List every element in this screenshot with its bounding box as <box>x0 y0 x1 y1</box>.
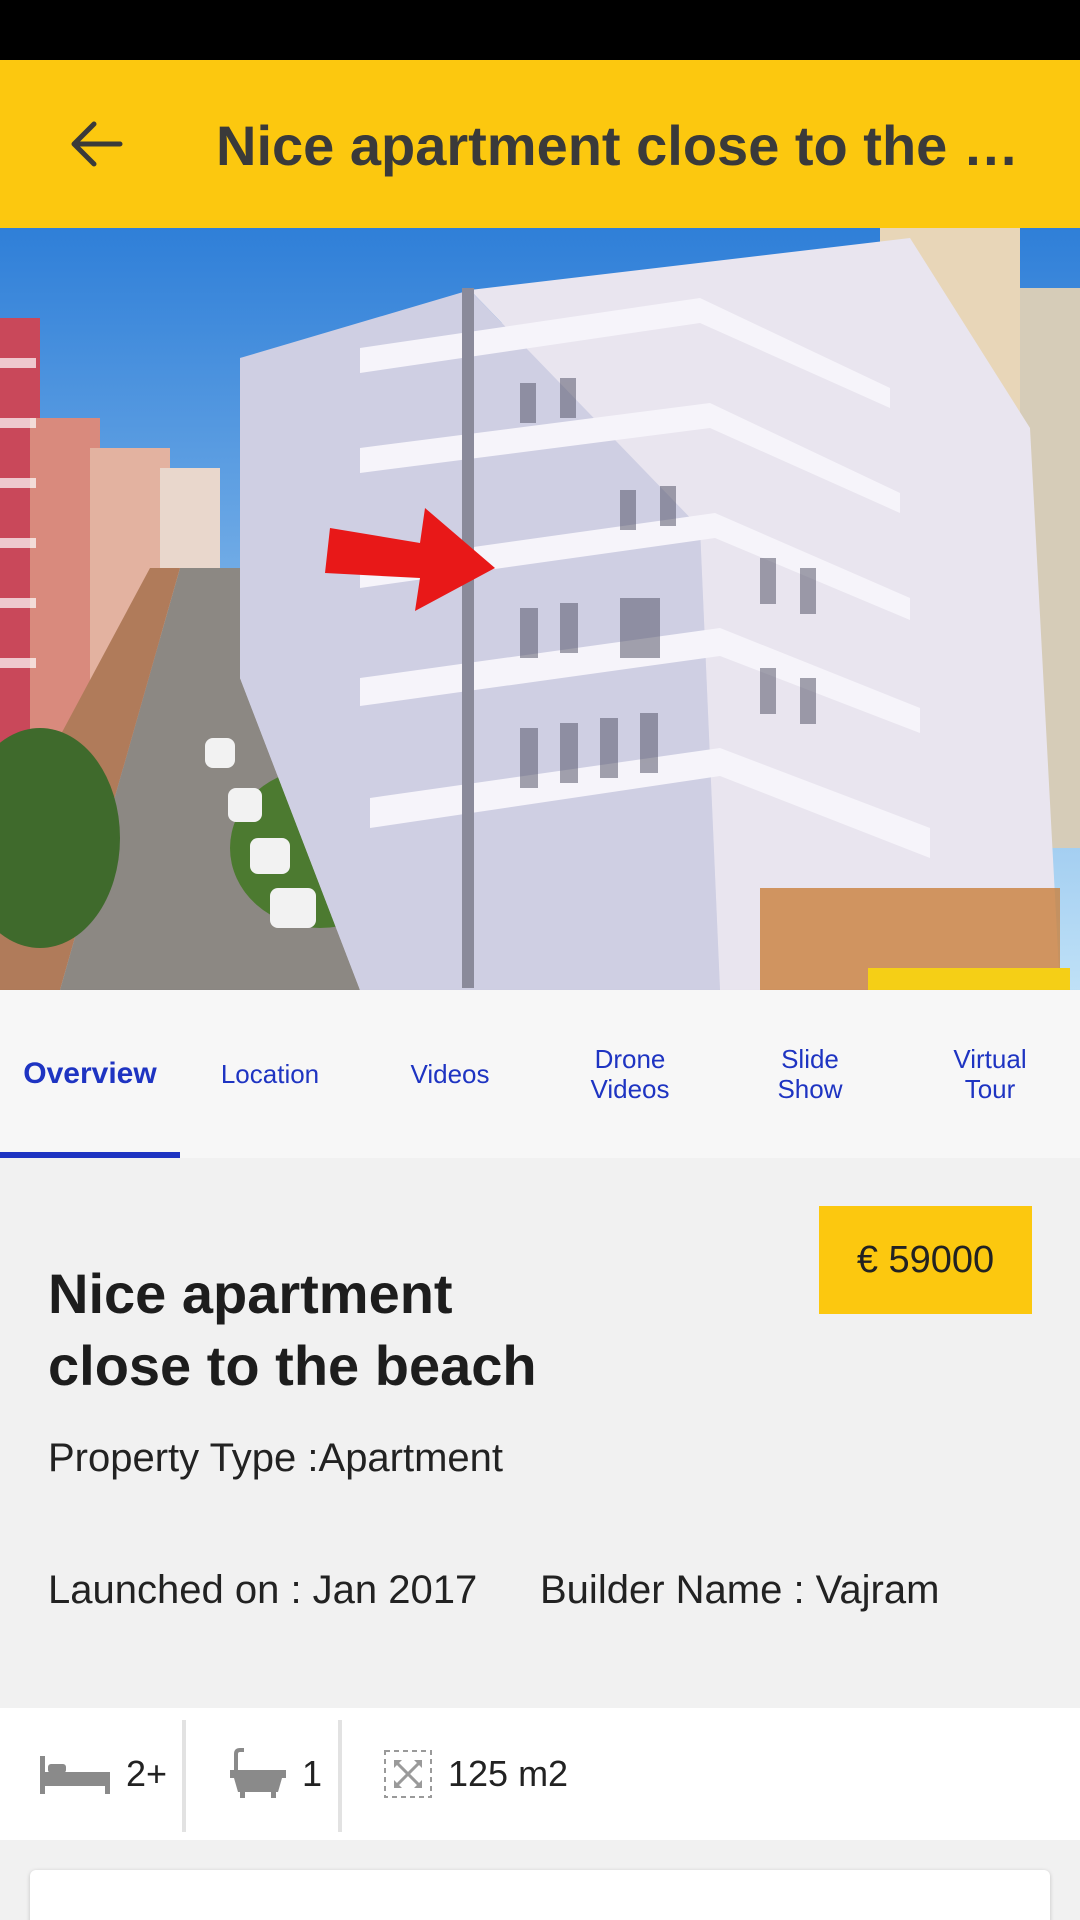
bathrooms-value: 1 <box>302 1753 323 1794</box>
tab-slide-show[interactable]: Slide Show <box>720 990 900 1158</box>
bedrooms-value: 2+ <box>126 1753 168 1794</box>
bathtub-icon <box>228 1748 288 1800</box>
bed-icon <box>38 1752 112 1796</box>
arrow-left-icon <box>71 121 123 167</box>
feature-divider <box>338 1720 342 1832</box>
tab-location[interactable]: Location <box>180 990 360 1158</box>
tab-videos-label: Videos <box>410 1059 490 1089</box>
back-button[interactable] <box>56 112 136 176</box>
feature-bedrooms: 2+ <box>38 1708 167 1840</box>
tab-virtual-tour[interactable]: Virtual Tour <box>900 990 1080 1158</box>
tab-bar: Overview Location Videos Drone Videos Sl… <box>0 990 1080 1158</box>
price-badge: € 59000 <box>819 1206 1032 1314</box>
area-icon <box>382 1748 434 1800</box>
tab-slide-show-label: Slide Show <box>777 1044 843 1104</box>
property-photo[interactable] <box>0 228 1080 990</box>
tab-videos[interactable]: Videos <box>360 990 540 1158</box>
tab-drone-videos-label: Drone Videos <box>590 1044 670 1104</box>
tab-overview-label: Overview <box>23 1057 157 1090</box>
content-card <box>30 1870 1050 1920</box>
property-features: 2+ 1 125 m2 <box>0 1708 1080 1840</box>
area-value: 125 m2 <box>448 1753 569 1794</box>
property-title: Nice apartment close to the beach <box>48 1262 537 1397</box>
tab-location-label: Location <box>220 1059 320 1089</box>
feature-divider <box>182 1720 186 1832</box>
property-type: Property Type :Apartment <box>48 1436 504 1480</box>
tab-drone-videos[interactable]: Drone Videos <box>540 990 720 1158</box>
builder-name: Builder Name : Vajram <box>540 1568 940 1612</box>
feature-bathrooms: 1 <box>228 1708 322 1840</box>
tab-overview[interactable]: Overview <box>0 990 180 1158</box>
status-bar <box>0 0 1080 60</box>
property-details: € 59000 Nice apartment close to the beac… <box>0 1158 1080 1708</box>
tab-virtual-tour-label: Virtual Tour <box>953 1044 1027 1104</box>
app-bar-title: Nice apartment close to the beach <box>216 114 1036 177</box>
launched-date: Launched on : Jan 2017 <box>48 1568 478 1612</box>
feature-area: 125 m2 <box>382 1708 568 1840</box>
app-bar: Nice apartment close to the beach <box>0 60 1080 228</box>
